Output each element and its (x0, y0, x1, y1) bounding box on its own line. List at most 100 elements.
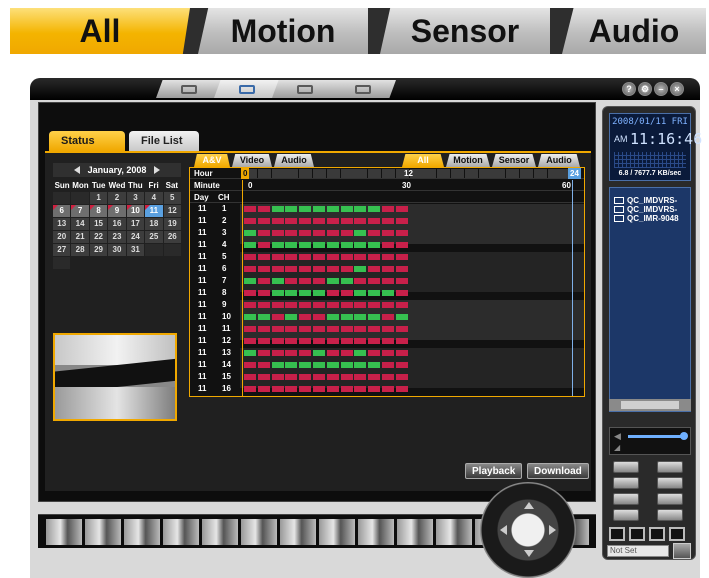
hour-cell[interactable] (285, 169, 299, 178)
recording-segment[interactable] (326, 338, 339, 344)
timeline-row[interactable]: 11 7 (190, 276, 584, 286)
recording-segment[interactable] (326, 254, 339, 260)
print-icon[interactable] (613, 477, 639, 489)
recording-segment[interactable] (354, 278, 367, 284)
recording-segment[interactable] (354, 386, 367, 392)
timeline-row[interactable]: 11 3 (190, 228, 584, 238)
calendar-day[interactable]: 4 (145, 192, 163, 204)
timeline-row[interactable]: 11 13 (190, 348, 584, 358)
event-segment[interactable] (354, 314, 367, 320)
recording-segment[interactable] (299, 230, 312, 236)
prev-month-icon[interactable] (73, 166, 80, 174)
recording-segment[interactable] (257, 206, 270, 212)
recording-segment[interactable] (340, 374, 353, 380)
calendar-day[interactable]: 2 (108, 192, 126, 204)
tl-tab-audio[interactable]: Audio (274, 154, 314, 167)
event-segment[interactable] (395, 314, 408, 320)
thumbnail[interactable] (319, 519, 355, 545)
ptz-control[interactable] (480, 482, 576, 578)
calendar-day[interactable]: 22 (89, 231, 108, 243)
recording-segment[interactable] (299, 374, 312, 380)
timeline-row[interactable]: 11 14 (190, 360, 584, 370)
timeline-row[interactable]: 11 10 (190, 312, 584, 322)
calendar-day[interactable]: 25 (145, 231, 163, 243)
thumbnail[interactable] (280, 519, 316, 545)
tl-filter-audio[interactable]: Audio (538, 154, 580, 167)
recording-segment[interactable] (395, 242, 408, 248)
hour-cell[interactable] (437, 169, 451, 178)
recording-segment[interactable] (313, 278, 325, 284)
event-segment[interactable] (313, 362, 325, 368)
recording-segment[interactable] (368, 338, 381, 344)
timeline-row[interactable]: 11 15 (190, 372, 584, 382)
event-segment[interactable] (271, 290, 284, 296)
recording-segment[interactable] (271, 338, 284, 344)
event-segment[interactable] (354, 362, 367, 368)
hour-cell[interactable] (464, 169, 478, 178)
toolbar-button-2[interactable] (657, 461, 683, 473)
recording-segment[interactable] (271, 266, 284, 272)
close-icon[interactable]: × (670, 82, 684, 96)
recording-segment[interactable] (368, 218, 381, 224)
layout-16-icon[interactable] (669, 527, 685, 541)
event-segment[interactable] (271, 362, 284, 368)
recording-segment[interactable] (244, 326, 256, 332)
event-segment[interactable] (285, 206, 298, 212)
volume-knob[interactable] (680, 432, 688, 440)
recording-segment[interactable] (326, 386, 339, 392)
ptz-down-icon[interactable] (524, 550, 534, 557)
calendar-day[interactable]: 29 (89, 244, 108, 256)
thumbnail[interactable] (436, 519, 472, 545)
recording-segment[interactable] (340, 254, 353, 260)
hour-cell[interactable] (478, 169, 492, 178)
settings-icon[interactable]: ⚙ (638, 82, 652, 96)
calendar-day[interactable]: 11 (145, 205, 163, 217)
timeline-row[interactable]: 11 6 (190, 264, 584, 274)
recording-segment[interactable] (257, 278, 270, 284)
recording-segment[interactable] (313, 374, 325, 380)
recording-segment[interactable] (285, 338, 298, 344)
timeline-row[interactable]: 11 12 (190, 336, 584, 346)
recording-segment[interactable] (285, 254, 298, 260)
recording-segment[interactable] (257, 386, 270, 392)
volume-slider[interactable] (628, 435, 684, 438)
minimize-icon[interactable]: – (654, 82, 668, 96)
toolbar-button-7[interactable] (613, 509, 639, 521)
timeline-row[interactable]: 11 1 (190, 204, 584, 214)
recording-segment[interactable] (285, 350, 298, 356)
hour-cell[interactable] (520, 169, 533, 178)
recording-segment[interactable] (285, 266, 298, 272)
event-segment[interactable] (313, 350, 325, 356)
recording-segment[interactable] (368, 302, 381, 308)
recording-segment[interactable] (299, 278, 312, 284)
event-segment[interactable] (340, 278, 353, 284)
title-tab-live[interactable] (156, 80, 222, 98)
calendar-day[interactable]: 6 (53, 205, 71, 217)
event-segment[interactable] (271, 206, 284, 212)
category-tab-all[interactable]: All (10, 8, 190, 54)
recording-segment[interactable] (382, 278, 394, 284)
recording-segment[interactable] (368, 374, 381, 380)
recording-segment[interactable] (271, 350, 284, 356)
toolbar-button-1[interactable] (613, 461, 639, 473)
recording-segment[interactable] (257, 266, 270, 272)
event-segment[interactable] (326, 314, 339, 320)
recording-segment[interactable] (395, 302, 408, 308)
recording-segment[interactable] (368, 266, 381, 272)
timeline-end-marker[interactable] (572, 180, 573, 396)
event-segment[interactable] (285, 242, 298, 248)
event-segment[interactable] (382, 290, 394, 296)
recording-segment[interactable] (299, 218, 312, 224)
hour-cell[interactable] (340, 169, 354, 178)
recording-segment[interactable] (299, 314, 312, 320)
calendar-day[interactable]: 15 (89, 218, 108, 230)
tl-filter-motion[interactable]: Motion (446, 154, 490, 167)
recording-segment[interactable] (313, 302, 325, 308)
event-segment[interactable] (340, 314, 353, 320)
recording-segment[interactable] (257, 254, 270, 260)
device-item[interactable]: QC_IMR-9048 (614, 214, 690, 223)
recording-segment[interactable] (299, 302, 312, 308)
thumbnail[interactable] (124, 519, 160, 545)
timeline-row[interactable]: 11 4 (190, 240, 584, 250)
timeline-row[interactable]: 11 16 (190, 384, 584, 394)
